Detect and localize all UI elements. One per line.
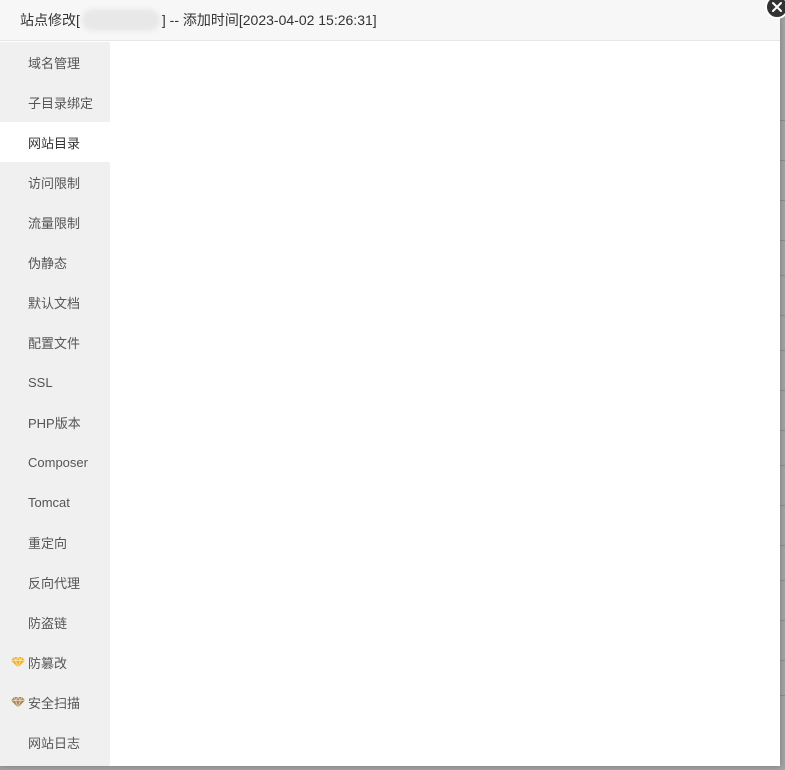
sidebar-item-label: 安全扫描 (28, 695, 81, 711)
sidebar-item-label: 防盗链 (28, 615, 68, 631)
sidebar-item[interactable]: 防篡改 (0, 642, 110, 682)
sidebar-item[interactable]: 域名管理 (0, 42, 110, 82)
sidebar-item[interactable]: SSL (0, 362, 110, 402)
sidebar-item[interactable]: 伪静态 (0, 242, 110, 282)
dialog-title-suffix: ] -- 添加时间[2023-04-02 15:26:31] (161, 12, 377, 28)
sidebar-item[interactable]: 反向代理 (0, 562, 110, 602)
sidebar-item-label: 网站目录 (28, 135, 81, 151)
sidebar-item[interactable]: 默认文档 (0, 282, 110, 322)
sidebar-item[interactable]: 网站日志 (0, 722, 110, 762)
site-edit-dialog: 站点修改[ ] -- 添加时间[2023-04-02 15:26:31] 域名管理… (0, 0, 780, 766)
sidebar-item-label: 域名管理 (28, 55, 81, 71)
sidebar-item[interactable]: 子目录绑定 (0, 82, 110, 122)
sidebar-item-label: 重定向 (28, 535, 68, 551)
sidebar-item[interactable]: 网站目录 (0, 122, 110, 162)
redacted-site-name (81, 9, 160, 31)
sidebar-item[interactable]: Tomcat (0, 482, 110, 522)
sidebar-item[interactable]: 防盗链 (0, 602, 110, 642)
gem-bronze-icon (11, 696, 25, 708)
sidebar-item-label: SSL (28, 374, 53, 390)
sidebar-item-label: 配置文件 (28, 335, 81, 351)
sidebar-item[interactable]: PHP版本 (0, 402, 110, 442)
sidebar-item-label: Tomcat (28, 494, 70, 510)
sidebar-item-label: Composer (28, 454, 88, 470)
sidebar-item-label: 伪静态 (28, 255, 68, 271)
sidebar-item[interactable]: 流量限制 (0, 202, 110, 242)
sidebar-item[interactable]: 访问限制 (0, 162, 110, 202)
sidebar-item-label: 防篡改 (28, 655, 68, 671)
dialog-titlebar: 站点修改[ ] -- 添加时间[2023-04-02 15:26:31] (0, 0, 780, 41)
sidebar-item-label: 流量限制 (28, 215, 81, 231)
sidebar-item-label: 默认文档 (28, 295, 81, 311)
sidebar-item-label: 子目录绑定 (28, 95, 94, 111)
sidebar-item[interactable]: 配置文件 (0, 322, 110, 362)
sidebar-item-label: 反向代理 (28, 575, 81, 591)
settings-sidebar: 域名管理子目录绑定网站目录访问限制流量限制伪静态默认文档配置文件 SSL PHP版本… (0, 42, 110, 766)
sidebar-item-label: 网站日志 (28, 735, 81, 751)
dialog-title-prefix: 站点修改[ (20, 12, 80, 28)
sidebar-item-label: 访问限制 (28, 175, 81, 191)
sidebar-item-label: PHP版本 (28, 415, 81, 431)
sidebar-item[interactable]: 重定向 (0, 522, 110, 562)
main-content-panel (110, 42, 780, 766)
sidebar-item[interactable]: Composer (0, 442, 110, 482)
gem-gold-icon (11, 656, 25, 668)
sidebar-item[interactable]: 安全扫描 (0, 682, 110, 722)
